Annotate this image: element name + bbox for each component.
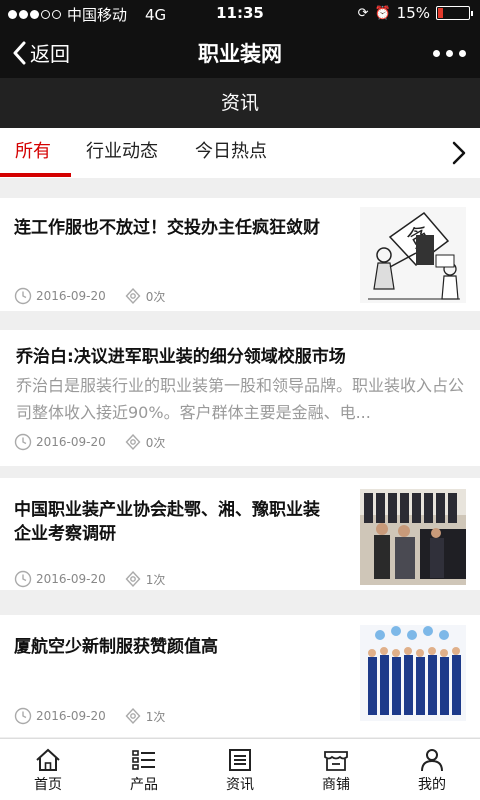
article-card[interactable]: 中国职业装产业协会赴鄂、湘、豫职业装企业考察调研 2016-09-20 1次 [0,478,480,590]
back-button[interactable]: 返回 [12,38,70,67]
article-title: 中国职业装产业协会赴鄂、湘、豫职业装企业考察调研 [14,500,320,544]
article-views: 0次 [145,289,166,304]
clock-icon [14,570,32,588]
article-title: 厦航空少新制服获赞颜值高 [14,637,218,657]
flight-crew-photo [360,625,466,721]
article-meta: 2016-09-20 1次 [14,570,165,588]
nav-products-label: 产品 [130,777,158,793]
more-menu-button[interactable] [433,50,466,57]
article-card[interactable]: 连工作服也不放过！交投办主任疯狂敛财 2016-09-20 0次 贪 [0,198,480,311]
nav-home-label: 首页 [34,777,62,793]
page-title: 职业装网 [198,42,282,66]
battery-percent: 15% [396,4,430,22]
store-visit-photo [360,489,466,585]
active-tab-indicator [0,173,71,177]
nav-me[interactable]: 我的 [384,739,480,800]
article-card[interactable]: 乔治白:决议进军职业装的细分领域校服市场 乔治白是服装行业的职业装第一股和领导品… [0,330,480,466]
chevron-right-icon[interactable] [448,140,470,166]
cartoon-thumbnail: 贪 [360,207,466,303]
article-date: 2016-09-20 [36,709,106,723]
eye-icon [125,287,141,305]
article-summary: 乔治白是服装行业的职业装第一股和领导品牌。职业装收入占公司整体收入接近90%。客… [16,376,465,422]
status-bar: 中国移动 4G 11:35 ⟳ ⏰ 15% [0,0,480,28]
article-date: 2016-09-20 [36,435,106,449]
article-title: 连工作服也不放过！交投办主任疯狂敛财 [14,218,320,238]
store-icon [324,751,348,771]
eye-icon [125,707,141,725]
article-meta: 2016-09-20 0次 [14,287,165,305]
nav-home[interactable]: 首页 [0,739,96,800]
tab-hot-today[interactable]: 今日热点 [195,128,267,178]
section-title: 资讯 [0,78,480,128]
news-icon [229,749,251,771]
article-card[interactable]: 厦航空少新制服获赞颜值高 2016-09-20 1次 [0,615,480,737]
eye-icon [125,433,141,451]
article-views: 1次 [145,709,166,724]
eye-icon [125,570,141,588]
clock-icon [14,707,32,725]
bottom-nav-bar: 首页 产品 资讯 商铺 我的 [0,738,480,800]
home-icon [36,748,60,771]
list-icon [132,750,155,770]
article-views: 0次 [145,435,166,450]
more-dot-icon [459,50,466,57]
nav-products[interactable]: 产品 [96,739,192,800]
nav-news[interactable]: 资讯 [192,739,288,800]
article-date: 2016-09-20 [36,289,106,303]
nav-store-label: 商铺 [322,777,350,793]
more-dot-icon [446,50,453,57]
rotation-lock-icon: ⟳ [357,5,369,21]
user-icon [421,749,443,772]
back-label: 返回 [30,42,70,66]
category-tabs: 所有 行业动态 今日热点 [0,128,480,178]
nav-news-label: 资讯 [226,777,254,793]
alarm-icon: ⏰ [374,5,391,21]
nav-me-label: 我的 [418,777,446,793]
nav-store[interactable]: 商铺 [288,739,384,800]
article-meta: 2016-09-20 1次 [14,707,165,725]
more-dot-icon [433,50,440,57]
tab-all[interactable]: 所有 [15,128,51,178]
article-date: 2016-09-20 [36,572,106,586]
article-views: 1次 [145,572,166,587]
nav-bar: 返回 职业装网 [0,28,480,78]
clock-icon [14,287,32,305]
article-title: 乔治白:决议进军职业装的细分领域校服市场 [16,347,346,367]
clock-icon [14,433,32,451]
article-meta: 2016-09-20 0次 [14,433,165,451]
tab-industry-news[interactable]: 行业动态 [86,128,158,178]
chevron-left-icon [13,41,26,64]
battery-icon [436,6,473,20]
